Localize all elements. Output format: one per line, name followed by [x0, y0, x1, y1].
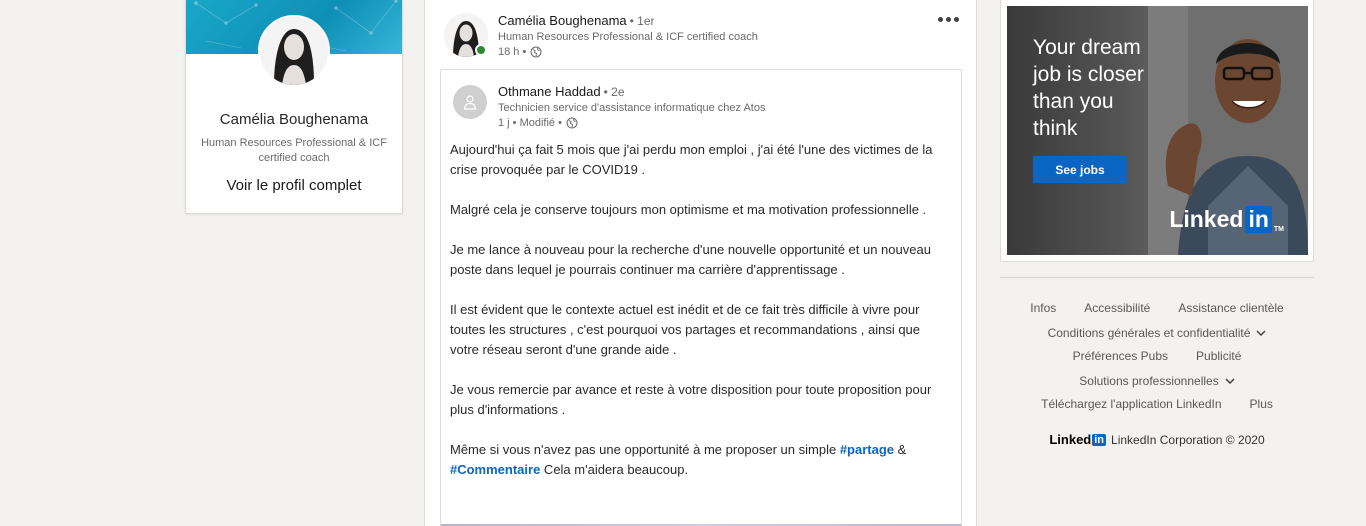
footer-row: Téléchargez l'application LinkedIn Plus	[1000, 397, 1314, 411]
brand-logo-in: in	[1092, 433, 1107, 446]
more-options-icon[interactable]	[936, 11, 960, 27]
ad-banner[interactable]: Your dream job is closer than you think …	[1007, 6, 1308, 255]
linkedin-logo: Linked in TM	[1169, 206, 1284, 233]
online-status-indicator	[475, 44, 487, 56]
globe-icon	[566, 117, 578, 129]
post-paragraph: Malgré cela je conserve toujours mon opt…	[450, 202, 927, 217]
footer-link-assistance[interactable]: Assistance clientèle	[1178, 301, 1283, 315]
default-person-icon	[463, 95, 477, 110]
post-paragraph: Il est évident que le contexte actuel es…	[450, 302, 921, 357]
footer-link-preferences[interactable]: Préférences Pubs	[1073, 349, 1168, 363]
footer-divider	[1000, 277, 1314, 278]
footer-link-solutions-label: Solutions professionnelles	[1079, 374, 1219, 388]
post-timestamp: 18 h •	[498, 46, 542, 58]
shared-author-name[interactable]: Othmane Haddad	[498, 84, 601, 99]
last-paragraph-prefix: Même si vous n'avez pas une opportunité …	[450, 442, 840, 457]
shared-author-avatar[interactable]	[453, 85, 487, 119]
shared-author-headline: Technicien service d'assistance informat…	[498, 102, 766, 114]
shared-connection-degree: • 2e	[603, 85, 625, 99]
post-paragraph: Je me lance à nouveau pour la recherche …	[450, 242, 931, 277]
footer-link-accessibilite[interactable]: Accessibilité	[1084, 301, 1150, 315]
post-time-text: 18 h •	[498, 46, 527, 58]
post-author[interactable]: Camélia Boughenama • 1er	[498, 13, 655, 28]
footer-link-plus[interactable]: Plus	[1250, 397, 1273, 411]
post-paragraph-last: Même si vous n'avez pas une opportunité …	[450, 440, 950, 480]
linkedin-logo-in: in	[1245, 206, 1272, 233]
profile-headline: Human Resources Professional & ICF certi…	[201, 137, 387, 164]
shared-post-body: Aujourd'hui ça fait 5 mois que j'ai perd…	[450, 140, 950, 500]
footer-link-solutions[interactable]: Solutions professionnelles	[1079, 374, 1235, 388]
linkedin-logo-text: Linked	[1169, 206, 1244, 232]
between-hashtags-text: &	[894, 442, 907, 457]
footer-link-conditions[interactable]: Conditions générales et confidentialité	[1048, 326, 1267, 340]
view-profile-link[interactable]: Voir le profil complet	[186, 177, 402, 194]
hashtag-partage-link[interactable]: #partage	[840, 442, 894, 457]
linkedin-logo-tm: TM	[1273, 226, 1284, 233]
see-jobs-button[interactable]: See jobs	[1033, 156, 1127, 183]
ad-card[interactable]: Your dream job is closer than you think …	[1000, 0, 1314, 262]
footer-link-publicite[interactable]: Publicité	[1196, 349, 1241, 363]
post-paragraph: Je vous remercie par avance et reste à v…	[450, 382, 932, 417]
shared-time-text: 1 j • Modifié •	[498, 117, 562, 129]
shared-post[interactable]: Othmane Haddad • 2e Technicien service d'…	[440, 69, 962, 526]
footer-row: Préférences Pubs Publicité	[1000, 349, 1314, 363]
footer-link-infos[interactable]: Infos	[1030, 301, 1056, 315]
profile-avatar[interactable]	[258, 15, 330, 87]
shared-timestamp: 1 j • Modifié •	[498, 117, 578, 129]
post-paragraph: Aujourd'hui ça fait 5 mois que j'ai perd…	[450, 142, 933, 177]
profile-card: Camélia Boughenama Human Resources Profe…	[185, 0, 403, 214]
footer-brand: Linked in LinkedIn Corporation © 2020	[1000, 432, 1314, 447]
chevron-down-icon	[1225, 378, 1235, 384]
hashtag-commentaire-link[interactable]: #Commentaire	[450, 462, 540, 477]
footer-link-conditions-label: Conditions générales et confidentialité	[1047, 326, 1251, 340]
copyright-text: LinkedIn Corporation © 2020	[1111, 432, 1265, 447]
profile-name[interactable]: Camélia Boughenama	[186, 111, 402, 128]
footer-row: Solutions professionnelles	[1000, 374, 1314, 388]
post-author-headline: Human Resources Professional & ICF certi…	[498, 31, 758, 43]
last-paragraph-suffix: Cela m'aidera beaucoup.	[540, 462, 689, 477]
footer-row: Conditions générales et confidentialité	[1000, 326, 1314, 340]
linkedin-logo-small: Linked in	[1049, 432, 1107, 447]
feed-post: Camélia Boughenama • 1er Human Resources …	[424, 0, 977, 526]
profile-photo	[260, 17, 328, 85]
brand-logo-text: Linked	[1049, 432, 1092, 447]
shared-author[interactable]: Othmane Haddad • 2e	[498, 84, 625, 99]
ad-headline: Your dream job is closer than you think	[1033, 36, 1144, 140]
globe-icon	[530, 46, 542, 58]
connection-degree: • 1er	[629, 14, 655, 28]
footer-link-app[interactable]: Téléchargez l'application LinkedIn	[1041, 397, 1221, 411]
footer-row: Infos Accessibilité Assistance clientèle	[1000, 301, 1314, 315]
chevron-down-icon	[1256, 330, 1266, 336]
post-author-name[interactable]: Camélia Boughenama	[498, 13, 627, 28]
